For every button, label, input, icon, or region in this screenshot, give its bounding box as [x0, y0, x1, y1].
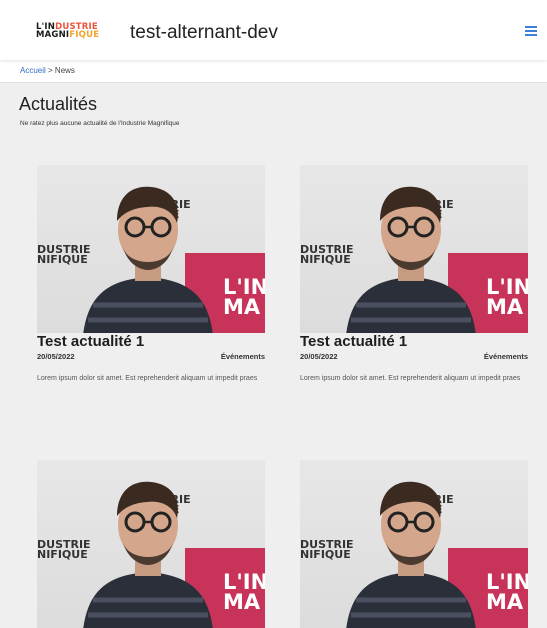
site-header: L'INDUSTRIE MAGNIFIQUE test-alternant-de… — [0, 0, 547, 60]
news-title[interactable]: Test actualité 1 — [37, 333, 144, 350]
page-title: Actualités — [19, 94, 98, 114]
news-excerpt: Lorem ipsum dolor sit amet. Est reprehen… — [300, 375, 521, 382]
person-photo — [346, 186, 476, 333]
news-thumbnail[interactable]: DUSTRIENIFIQUE TRIEUE L'INMA — [37, 460, 265, 628]
breadcrumb-current: News — [54, 66, 75, 75]
news-meta: 20/05/2022 Événements — [37, 352, 265, 361]
news-thumbnail[interactable]: DUSTRIENIFIQUE TRIEUE L'INMA — [37, 165, 265, 333]
thumb-brand-text: L'IN MA — [486, 570, 528, 614]
thumb-brand-text: L'IN MA — [486, 275, 528, 319]
news-thumbnail[interactable]: DUSTRIENIFIQUE TRIEUE L'INMA — [300, 165, 528, 333]
person-photo — [83, 481, 213, 628]
news-category[interactable]: Événements — [484, 352, 528, 361]
page-subtitle: Ne ratez plus aucune actualité de l'Indu… — [20, 120, 180, 127]
news-meta: 20/05/2022 Événements — [300, 352, 528, 361]
news-card[interactable]: DUSTRIENIFIQUE TRIEUE L'INMA — [300, 460, 528, 628]
site-logo[interactable]: L'INDUSTRIE MAGNIFIQUE — [36, 23, 100, 40]
news-card[interactable]: DUSTRIENIFIQUE TRIEUE L'INMA Test actu — [300, 165, 528, 382]
site-title[interactable]: test-alternant-dev — [130, 22, 278, 44]
news-excerpt: Lorem ipsum dolor sit amet. Est reprehen… — [37, 375, 258, 382]
news-category[interactable]: Événements — [221, 352, 265, 361]
news-date: 20/05/2022 — [300, 352, 338, 361]
news-date: 20/05/2022 — [37, 352, 75, 361]
person-photo — [83, 186, 213, 333]
logo-text-2a: MAGNI — [36, 30, 70, 40]
news-card[interactable]: DUSTRIENIFIQUE TRIEUE L'INMA Test actu — [37, 165, 265, 382]
news-card[interactable]: DUSTRIENIFIQUE TRIEUE L'INMA — [37, 460, 265, 628]
breadcrumb: Accueil > News — [0, 60, 547, 83]
news-title[interactable]: Test actualité 1 — [300, 333, 407, 350]
logo-text-2b: FIQUE — [69, 30, 100, 40]
thumb-brand-text: L'IN MA — [223, 570, 265, 614]
thumb-brand-text: L'IN MA — [223, 275, 265, 319]
breadcrumb-separator: > — [45, 66, 55, 75]
breadcrumb-home-link[interactable]: Accueil — [20, 66, 46, 75]
news-thumbnail[interactable]: DUSTRIENIFIQUE TRIEUE L'INMA — [300, 460, 528, 628]
hamburger-icon[interactable] — [525, 26, 537, 36]
person-photo — [346, 481, 476, 628]
